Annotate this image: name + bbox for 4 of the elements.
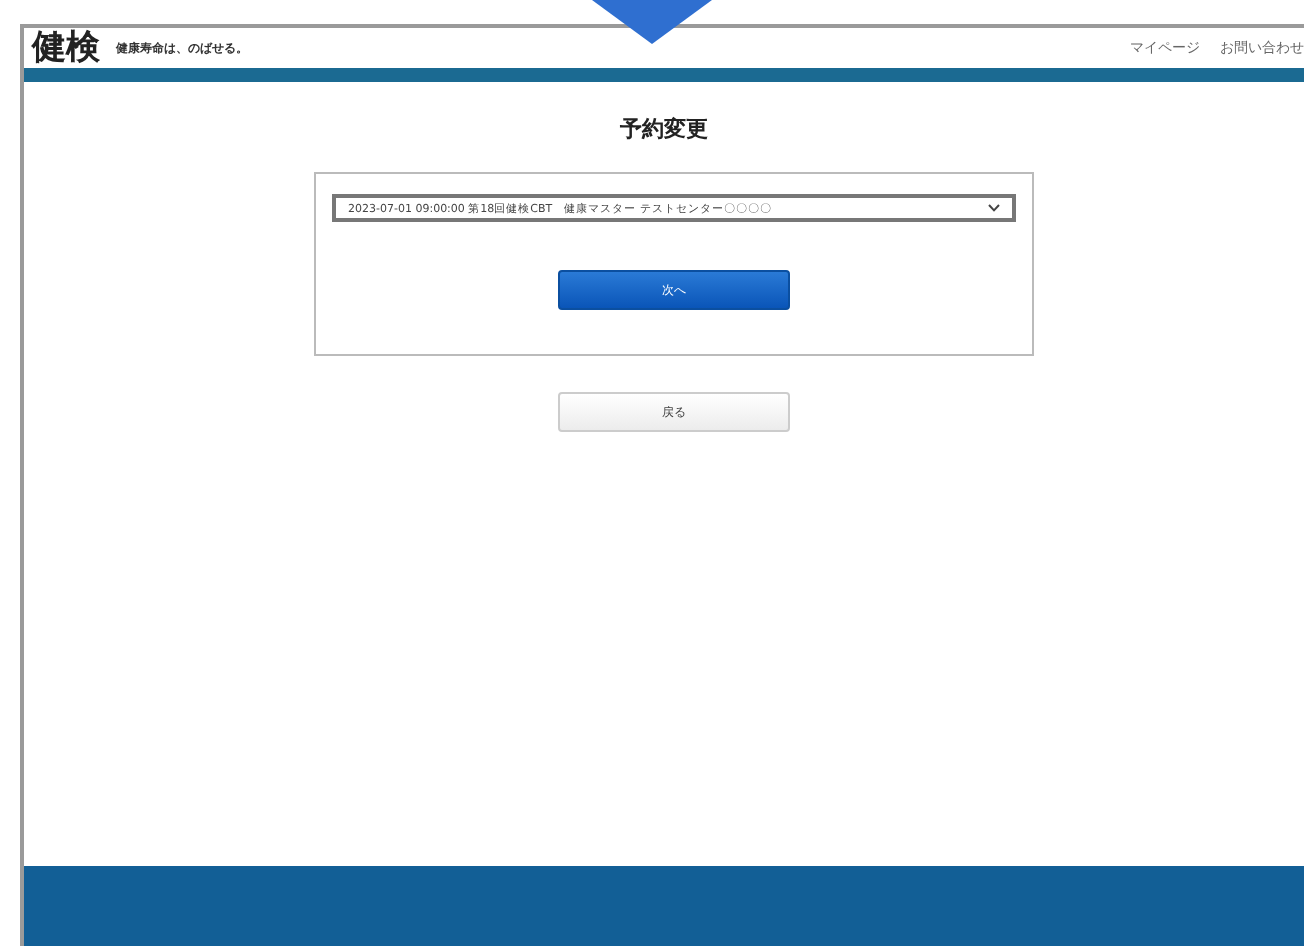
- page-title: 予約変更: [620, 114, 708, 144]
- chevron-down-icon: [988, 204, 1000, 212]
- logo: 健検: [32, 31, 100, 65]
- pointer-marker-icon: [592, 0, 712, 44]
